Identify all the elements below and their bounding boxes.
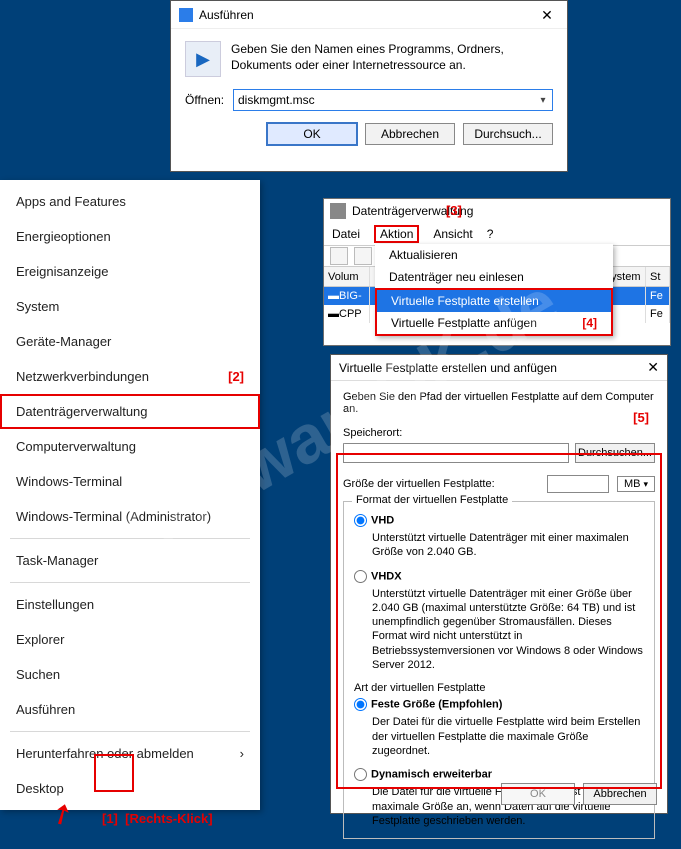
toolbar-back-icon[interactable] [330, 247, 348, 265]
vhdx-label: VHDX [371, 570, 402, 582]
winx-item-apps[interactable]: Apps and Features [0, 184, 260, 219]
action-menu: Aktualisieren Datenträger neu einlesen V… [375, 244, 613, 336]
browse-button[interactable]: Durchsuch... [463, 123, 553, 145]
radio-vhdx[interactable] [354, 570, 367, 583]
winx-item-network[interactable]: Netzwerkverbindungen [2] [0, 359, 260, 394]
annotation-5: [5] [633, 410, 649, 425]
fixed-label: Feste Größe (Empfohlen) [371, 699, 502, 711]
col-volume[interactable]: Volum [324, 267, 370, 286]
run-titlebar: Ausführen ✕ [171, 1, 567, 29]
vhd-titlebar: Virtuelle Festplatte erstellen und anfüg… [331, 355, 667, 381]
close-icon[interactable]: ✕ [647, 359, 659, 376]
winx-item-devicemgr[interactable]: Geräte-Manager [0, 324, 260, 359]
winx-item-run[interactable]: Ausführen [0, 692, 260, 727]
vhd-desc: Geben Sie den Pfad der virtuellen Festpl… [343, 391, 655, 415]
format-legend: Format der virtuellen Festplatte [352, 494, 512, 506]
run-dialog: Ausführen ✕ ▶ Geben Sie den Namen eines … [170, 0, 568, 172]
menu-file[interactable]: Datei [332, 227, 360, 241]
annotation-4: [4] [582, 316, 597, 330]
winx-item-system[interactable]: System [0, 289, 260, 324]
winx-item-power[interactable]: Energieoptionen [0, 219, 260, 254]
size-unit-select[interactable]: MB▾ [617, 476, 655, 492]
annotation-2: [2] [228, 369, 244, 384]
cancel-button[interactable]: Abbrechen [365, 123, 455, 145]
menu-separator [10, 538, 250, 539]
menu-action[interactable]: Aktion [374, 225, 419, 243]
annotation-3: [3] [446, 203, 462, 218]
diskmgmt-icon [330, 203, 346, 219]
size-input[interactable] [547, 475, 609, 493]
run-input-wrap[interactable]: ▾ [233, 89, 553, 111]
annotation-1: [1] [Rechts-Klick] [102, 811, 213, 826]
create-vhd-dialog: Virtuelle Festplatte erstellen und anfüg… [330, 354, 668, 814]
close-icon[interactable]: ✕ [527, 1, 567, 29]
vhd-desc-text: Unterstützt virtuelle Datenträger mit ei… [372, 531, 644, 560]
winx-item-eventvwr[interactable]: Ereignisanzeige [0, 254, 260, 289]
cancel-button[interactable]: Abbrechen [583, 783, 657, 805]
fixed-desc-text: Der Datei für die virtuelle Festplatte w… [372, 715, 644, 758]
open-label: Öffnen: [185, 93, 233, 107]
winx-item-terminal-admin[interactable]: Windows-Terminal (Administrator) [0, 499, 260, 534]
chevron-down-icon: ▾ [643, 479, 648, 490]
action-refresh[interactable]: Aktualisieren [375, 244, 613, 266]
col-status[interactable]: St [646, 267, 670, 286]
run-input[interactable] [234, 93, 534, 107]
run-title: Ausführen [199, 8, 254, 22]
winx-item-taskmgr[interactable]: Task-Manager [0, 543, 260, 578]
action-rescan[interactable]: Datenträger neu einlesen [375, 266, 613, 288]
run-icon: ▶ [185, 41, 221, 77]
ok-button[interactable]: OK [501, 783, 575, 805]
location-label: Speicherort: [343, 427, 655, 439]
ok-button[interactable]: OK [267, 123, 357, 145]
winx-item-settings[interactable]: Einstellungen [0, 587, 260, 622]
type-heading: Art der virtuellen Festplatte [354, 682, 644, 694]
winx-item-compmgmt[interactable]: Computerverwaltung [0, 429, 260, 464]
diskmgmt-titlebar: Datenträgerverwaltung [324, 199, 670, 223]
size-label: Größe der virtuellen Festplatte: [343, 478, 539, 490]
menu-help[interactable]: ? [487, 227, 494, 241]
chevron-down-icon[interactable]: ▾ [534, 95, 552, 106]
winx-item-explorer[interactable]: Explorer [0, 622, 260, 657]
winx-item-terminal[interactable]: Windows-Terminal [0, 464, 260, 499]
vhd-label: VHD [371, 514, 394, 526]
winx-item-search[interactable]: Suchen [0, 657, 260, 692]
dynamic-label: Dynamisch erweiterbar [371, 769, 492, 781]
action-create-vhd[interactable]: Virtuelle Festplatte erstellen [377, 290, 611, 312]
browse-button[interactable]: Durchsuchen... [575, 443, 655, 463]
winx-menu: Apps and Features Energieoptionen Ereign… [0, 180, 260, 810]
menu-view[interactable]: Ansicht [433, 227, 472, 241]
action-attach-vhd[interactable]: Virtuelle Festplatte anfügen [4] [377, 312, 611, 334]
toolbar-fwd-icon[interactable] [354, 247, 372, 265]
menu-separator [10, 731, 250, 732]
radio-dynamic[interactable] [354, 768, 367, 781]
start-highlight [94, 754, 134, 792]
radio-vhd[interactable] [354, 514, 367, 527]
location-input[interactable] [343, 443, 569, 463]
run-message: Geben Sie den Namen eines Programms, Ord… [231, 41, 553, 77]
winx-item-diskmgmt[interactable]: Datenträgerverwaltung [0, 394, 260, 429]
run-icon-small [179, 8, 193, 22]
diskmgmt-menubar: [3] Datei Aktion Ansicht ? [324, 223, 670, 245]
vhdx-desc-text: Unterstützt virtuelle Datenträger mit ei… [372, 587, 644, 673]
menu-separator [10, 582, 250, 583]
radio-fixed[interactable] [354, 698, 367, 711]
